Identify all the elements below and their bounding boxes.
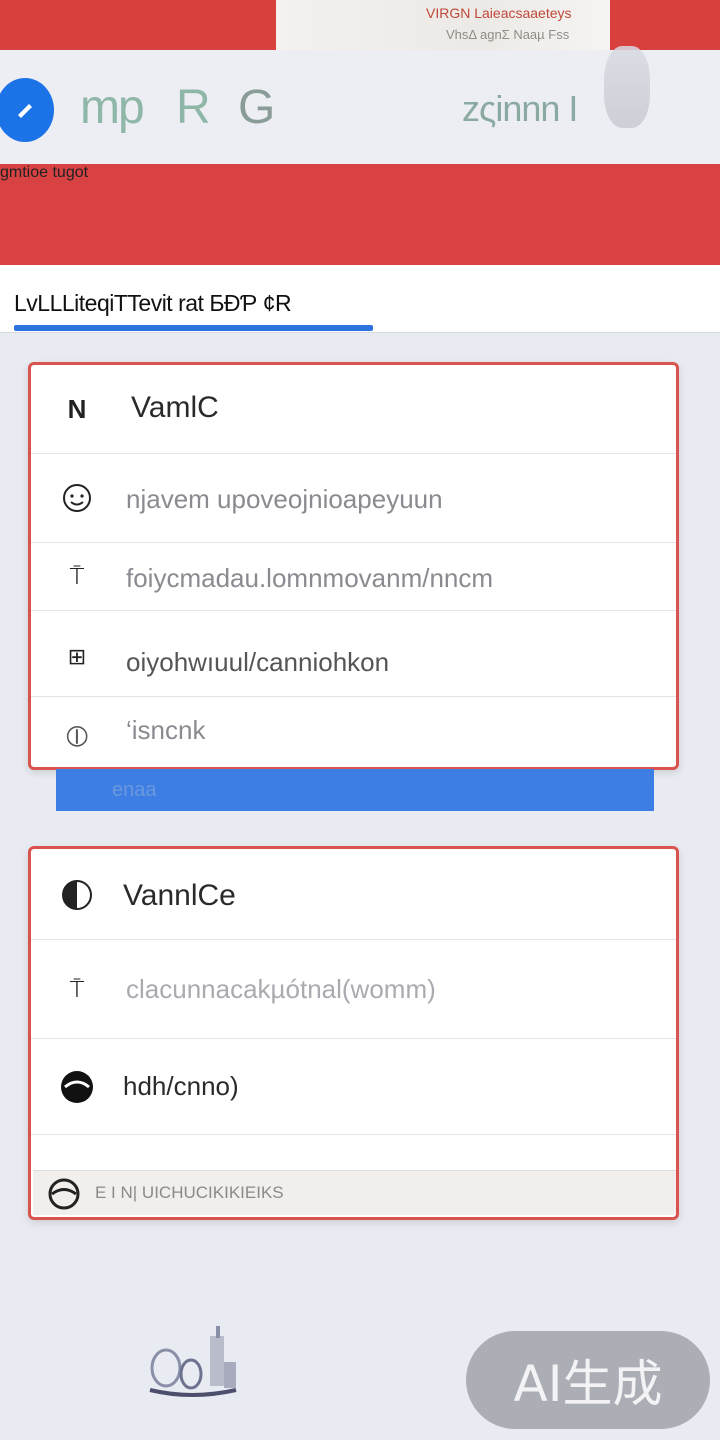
list-item[interactable]: ⦶ ‘isncnk — [31, 697, 676, 767]
list-item[interactable]: ⊞ oiyohwıuul/canniohkon — [31, 611, 676, 697]
toolbar-tool-c[interactable]: G — [238, 80, 275, 135]
watermark-text: AI生成 — [513, 1355, 663, 1413]
list-item-label: foiycmadau.lomnmovanm/nncm — [126, 563, 494, 593]
toolbar-tool-b[interactable]: R — [176, 80, 211, 135]
banner-line-1: VIRGN Laieacsaaeteys — [426, 5, 572, 21]
grid-icon: ⊞ — [67, 644, 87, 669]
list-item[interactable]: ⍑ foiycmadau.lomnmovanm/nncm — [31, 543, 676, 611]
list-item-label: hdh/cnno) — [123, 1071, 239, 1101]
globe-icon — [59, 1069, 95, 1105]
list-item-label: oiyohwıuul/canniohkon — [126, 647, 390, 677]
list-item[interactable]: ⍑ clacunnacakµótnal(womm) — [31, 940, 676, 1039]
face-icon — [59, 480, 95, 516]
card-1-title: VamlC — [131, 391, 219, 424]
list-item[interactable]: njavem upoveojnioapeyuun — [31, 454, 676, 543]
profile-icon[interactable] — [604, 46, 650, 128]
list-item-label: njavem upoveojnioapeyuun — [126, 484, 443, 514]
card-2-title: VannlCe — [123, 879, 236, 912]
tab-active[interactable]: LvLLLiteqiTTevit rat БƉƤ ¢R — [14, 290, 292, 317]
card-1-header: N VamlC — [31, 365, 676, 454]
toolbar-tool-a[interactable]: mp — [80, 80, 145, 135]
action-button[interactable]: enaa — [56, 769, 654, 811]
tab-active-indicator — [14, 325, 373, 331]
pencil-icon — [18, 104, 32, 118]
options-card-1: N VamlC njavem upoveojnioapeyuun ⍑ foiyc… — [28, 362, 679, 770]
n-letter-icon: N — [67, 393, 87, 424]
card-2-header: VannlCe — [31, 849, 676, 940]
list-item-label: ‘isncnk — [126, 715, 206, 745]
section-header — [0, 164, 720, 265]
anchor-icon: ⍑ — [69, 976, 85, 1003]
banner-line-2: VhsΔ agnΣ Naaµ Fss — [446, 27, 570, 42]
list-item-label: clacunnacakµótnal(womm) — [126, 974, 436, 1004]
app-logo — [146, 1322, 238, 1402]
options-card-2: VannlCe ⍑ clacunnacakµótnal(womm) hdh/c… — [28, 846, 679, 1220]
action-button-label: enaa — [112, 779, 157, 801]
banner-ad-image[interactable]: VIRGN Laieacsaaeteys VhsΔ agnΣ Naaµ Fss — [276, 0, 610, 51]
toolbar-account-label[interactable]: zςinnn I — [462, 88, 578, 130]
bottom-info-text: E I N| UICHUCIKIKIEIKS — [95, 1183, 284, 1202]
circle-bar-icon: ⦶ — [66, 720, 88, 753]
list-item[interactable]: hdh/cnno) — [31, 1039, 676, 1135]
page-title: gmtioe tugot — [0, 164, 89, 181]
anchor-icon: ⍑ — [69, 563, 85, 590]
bottom-info-bar: E I N| UICHUCIKIKIEIKS — [33, 1170, 676, 1215]
half-circle-icon — [59, 877, 95, 913]
globe-small-icon — [47, 1177, 81, 1216]
top-banner: VIRGN Laieacsaaeteys VhsΔ agnΣ Naaµ Fss — [0, 0, 720, 51]
ai-generated-watermark: AI生成 — [466, 1331, 710, 1429]
